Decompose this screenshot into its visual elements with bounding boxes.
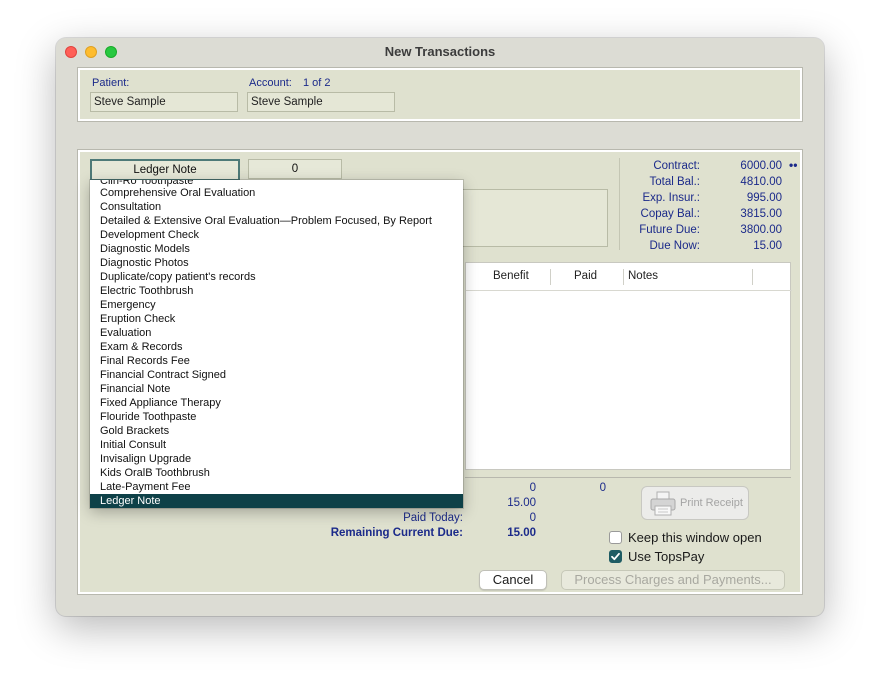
menu-item[interactable]: Eruption Check <box>90 312 463 326</box>
totals-divider <box>465 477 791 478</box>
paid-today-label: Paid Today: <box>403 512 463 524</box>
summary-value-due-now: 15.00 <box>753 240 782 252</box>
column-header-benefit[interactable]: Benefit <box>493 263 553 291</box>
summary-label-future-due: Future Due: <box>639 224 700 236</box>
summary-value-exp-insur: 995.00 <box>746 192 782 204</box>
menu-item[interactable]: Duplicate/copy patient's records <box>90 270 463 284</box>
menu-item[interactable]: Final Records Fee <box>90 354 463 368</box>
menu-item[interactable]: Exam & Records <box>90 340 463 354</box>
summary-value-contract: 6000.00 <box>740 160 782 172</box>
summary-label-copay-bal: Copay Bal.: <box>640 208 700 220</box>
process-charges-button[interactable]: Process Charges and Payments... <box>561 570 785 590</box>
print-receipt-label: Print Receipt <box>680 497 743 509</box>
menu-item[interactable]: Diagnostic Models <box>90 242 463 256</box>
menu-item[interactable]: Electric Toothbrush <box>90 284 463 298</box>
remaining-current-due-label: Remaining Current Due: <box>330 527 463 539</box>
column-header-paid[interactable]: Paid <box>574 263 624 291</box>
menu-item[interactable]: Detailed & Extensive Oral Evaluation—Pro… <box>90 214 463 228</box>
title-bar: New Transactions <box>56 38 824 66</box>
remaining-current-due-value: 15.00 <box>507 527 536 539</box>
menu-item[interactable]: Evaluation <box>90 326 463 340</box>
summary-label-exp-insur: Exp. Insur.: <box>642 192 700 204</box>
summary-label-due-now: Due Now: <box>649 240 701 252</box>
more-options-icon[interactable]: •• <box>789 158 797 172</box>
menu-item[interactable]: Invisalign Upgrade <box>90 452 463 466</box>
total-due: 15.00 <box>507 497 536 509</box>
total-benefit: 0 <box>529 482 536 494</box>
column-separator <box>752 269 753 285</box>
keep-window-open-checkbox[interactable] <box>609 531 622 544</box>
menu-item[interactable]: Fixed Appliance Therapy <box>90 396 463 410</box>
column-header-notes[interactable]: Notes <box>628 263 708 291</box>
menu-item[interactable]: Financial Contract Signed <box>90 368 463 382</box>
menu-item[interactable]: Financial Note <box>90 382 463 396</box>
summary-divider <box>619 158 620 250</box>
summary-value-future-due: 3800.00 <box>740 224 782 236</box>
menu-item[interactable]: Comprehensive Oral Evaluation <box>90 186 463 200</box>
use-topspay-label: Use TopsPay <box>628 549 705 564</box>
summary-value-copay-bal: 3815.00 <box>740 208 782 220</box>
printer-icon <box>650 491 676 516</box>
patient-label: Patient: <box>92 77 130 89</box>
transactions-table[interactable]: Benefit Paid Notes <box>465 262 792 470</box>
window-title: New Transactions <box>384 44 496 59</box>
account-count: 1 of 2 <box>303 77 331 89</box>
cancel-button[interactable]: Cancel <box>479 570 547 590</box>
menu-item[interactable]: Initial Consult <box>90 438 463 452</box>
print-receipt-button[interactable]: Print Receipt <box>641 486 749 520</box>
menu-item[interactable]: Kids OralB Toothbrush <box>90 466 463 480</box>
description-box[interactable] <box>458 189 608 247</box>
patient-field[interactable]: Steve Sample <box>90 92 238 112</box>
menu-item[interactable]: Late-Payment Fee <box>90 480 463 494</box>
total-paid: 0 <box>599 482 606 494</box>
summary-label-contract: Contract: <box>653 160 700 172</box>
paid-today-value: 0 <box>529 512 536 524</box>
column-separator <box>550 269 551 285</box>
column-separator <box>623 269 624 285</box>
quantity-field[interactable]: 0 <box>248 159 342 179</box>
patient-panel: Patient: Steve Sample Account: 1 of 2 St… <box>78 68 802 121</box>
menu-item[interactable]: Gold Brackets <box>90 424 463 438</box>
menu-item[interactable]: Development Check <box>90 228 463 242</box>
summary-value-total-bal: 4810.00 <box>740 176 782 188</box>
account-label: Account: <box>249 77 292 89</box>
menu-item[interactable]: Emergency <box>90 298 463 312</box>
menu-item-selected[interactable]: Ledger Note <box>90 494 463 508</box>
transaction-type-menu[interactable]: Clin-Ro Toothpaste Comprehensive Oral Ev… <box>90 180 463 508</box>
checkmark-icon <box>611 552 620 561</box>
menu-item[interactable]: Flouride Toothpaste <box>90 410 463 424</box>
use-topspay-checkbox[interactable] <box>609 550 622 563</box>
summary-label-total-bal: Total Bal.: <box>649 176 701 188</box>
transaction-type-popup[interactable]: Ledger Note <box>90 159 240 181</box>
keep-window-open-label: Keep this window open <box>628 530 762 545</box>
menu-item[interactable]: Consultation <box>90 200 463 214</box>
menu-item[interactable]: Diagnostic Photos <box>90 256 463 270</box>
account-field[interactable]: Steve Sample <box>247 92 395 112</box>
